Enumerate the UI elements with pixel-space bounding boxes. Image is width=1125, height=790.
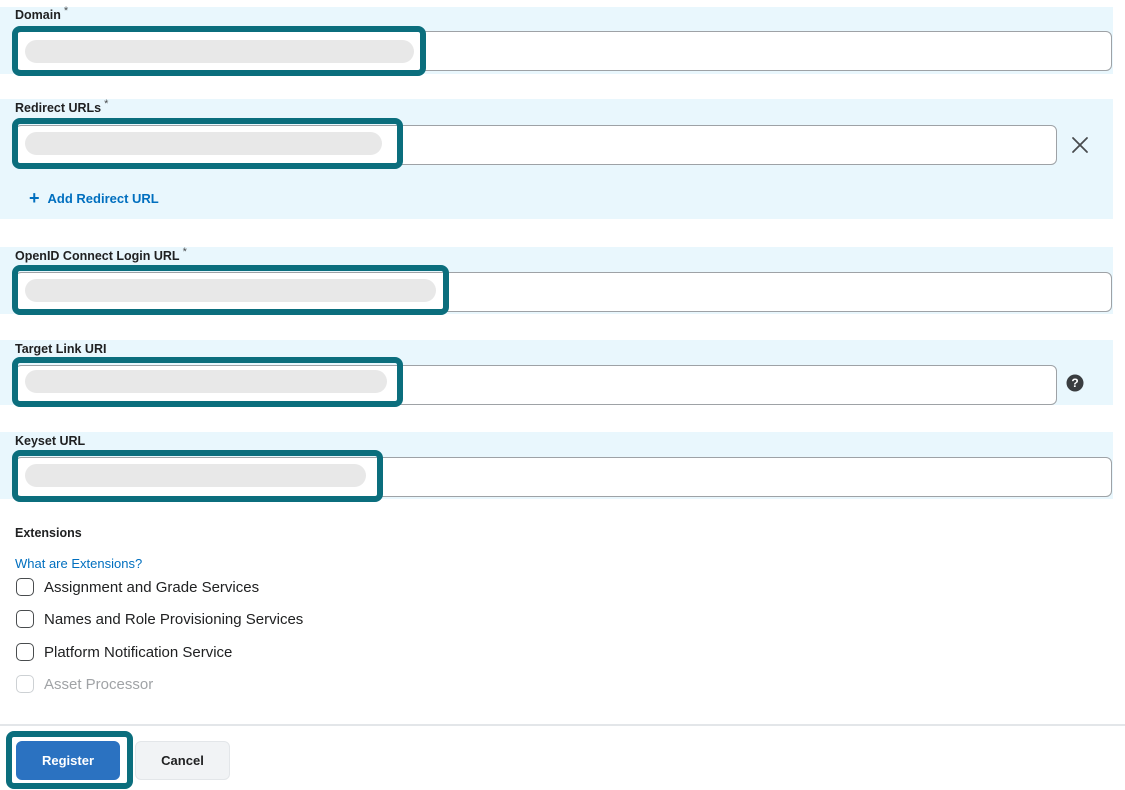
checkbox[interactable] [16,578,34,596]
svg-text:?: ? [1071,376,1078,390]
redacted-value [25,40,414,63]
domain-label: Domain * [15,5,69,22]
register-button[interactable]: Register [16,741,120,780]
oidc-login-url-label: OpenID Connect Login URL * [15,246,187,263]
checkbox[interactable] [16,643,34,661]
checkbox-asset-processor: Asset Processor [16,675,153,693]
help-circle-icon[interactable]: ? [1066,374,1084,392]
redirect-urls-label: Redirect URLs * [15,98,109,115]
redacted-value [25,279,436,302]
extensions-help-link[interactable]: What are Extensions? [15,556,142,571]
redacted-value [25,464,366,487]
checkbox [16,675,34,693]
add-redirect-url-button[interactable]: + Add Redirect URL [29,188,159,208]
footer-divider [0,724,1125,726]
checkbox-names-role-provisioning[interactable]: Names and Role Provisioning Services [16,610,303,628]
checkbox[interactable] [16,610,34,628]
checkbox-platform-notification[interactable]: Platform Notification Service [16,643,232,661]
plus-icon: + [29,188,40,208]
cancel-button[interactable]: Cancel [135,741,230,780]
redacted-value [25,370,387,393]
checkbox-assignment-grade-services[interactable]: Assignment and Grade Services [16,578,259,596]
extensions-title: Extensions [15,526,82,540]
target-link-uri-label: Target Link URI [15,342,107,356]
close-icon[interactable] [1066,131,1094,159]
redacted-value [25,132,382,155]
keyset-url-label: Keyset URL [15,434,86,448]
